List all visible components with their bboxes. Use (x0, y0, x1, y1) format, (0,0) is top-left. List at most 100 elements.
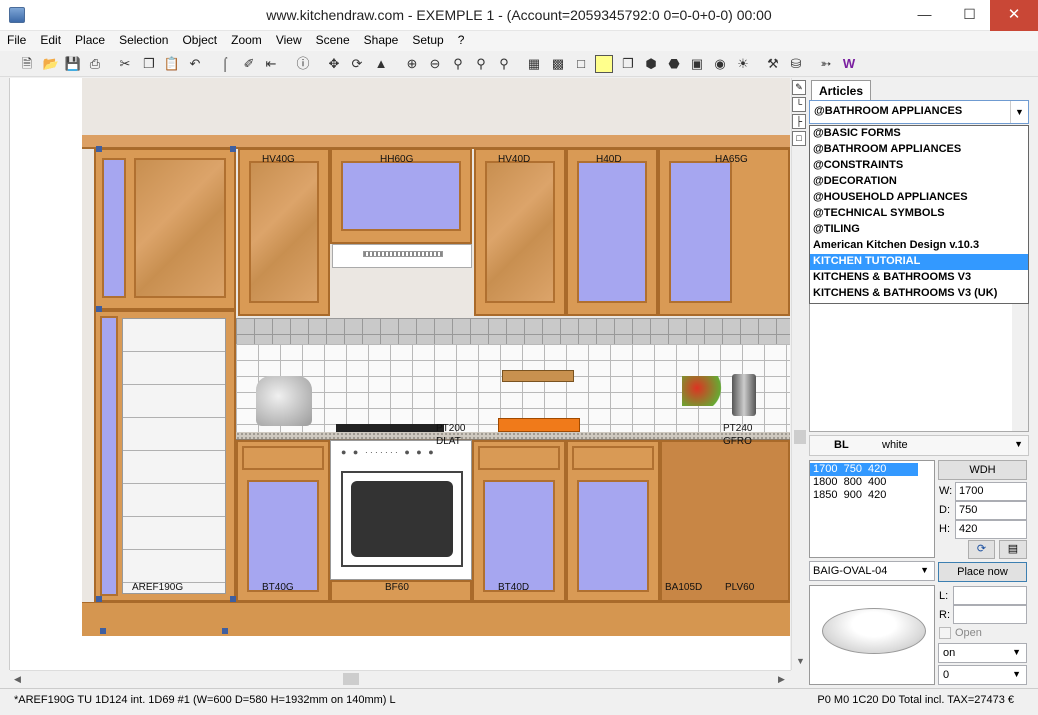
catalog-option-selected[interactable]: KITCHEN TUTORIAL (810, 254, 1028, 270)
place-now-button[interactable]: Place now (938, 562, 1027, 582)
catalog-select[interactable]: @BATHROOM APPLIANCES ▼ (809, 100, 1029, 124)
depth-field[interactable]: 750 (955, 501, 1027, 520)
cabinet-bt40d[interactable] (472, 440, 566, 602)
minimize-button[interactable]: — (902, 0, 947, 31)
dimension-option[interactable]: 1800 800 400 (810, 476, 934, 489)
visibility-select[interactable]: on ▼ (938, 643, 1027, 663)
catalog-option[interactable]: KITCHENS & BATHROOMS V3 (UK) (810, 286, 1028, 302)
left-field[interactable] (953, 586, 1027, 605)
plan-view-icon[interactable]: ▦ (525, 55, 543, 73)
menu-view[interactable]: View (269, 31, 309, 51)
menu-place[interactable]: Place (68, 31, 112, 51)
catalog-option[interactable]: @DECORATION (810, 174, 1028, 190)
selection-handle[interactable] (230, 146, 236, 152)
perspective-icon[interactable]: ❐ (619, 55, 637, 73)
right-field[interactable] (953, 605, 1027, 624)
light-icon[interactable]: ☀ (734, 55, 752, 73)
paste-icon[interactable]: 📋 (163, 55, 181, 73)
tools-icon[interactable]: ⚒ (764, 55, 782, 73)
option-select[interactable]: 0 ▼ (938, 665, 1027, 685)
menu-file[interactable]: File (0, 31, 33, 51)
catalog-dropdown-list[interactable]: @BASIC FORMS @BATHROOM APPLIANCES @CONST… (809, 125, 1029, 304)
menu-setup[interactable]: Setup (405, 31, 450, 51)
tree-icon[interactable]: ├ (792, 114, 806, 129)
photo-icon[interactable]: ◉ (711, 55, 729, 73)
menu-scene[interactable]: Scene (309, 31, 357, 51)
wireframe-icon[interactable]: □ (572, 55, 590, 73)
selection-handle[interactable] (222, 628, 228, 634)
camera-icon[interactable]: ▣ (688, 55, 706, 73)
cabinet-plv60[interactable] (660, 440, 790, 602)
finish-select[interactable]: BL white ▼ (809, 435, 1029, 456)
oven-bf60[interactable]: ● ● ······· ● ● ● (330, 440, 472, 580)
save-icon[interactable]: 💾 (64, 55, 82, 73)
selection-handle[interactable] (96, 146, 102, 152)
zoom-all-icon[interactable]: ⚲ (495, 55, 513, 73)
catalog-option[interactable]: @HOUSEHOLD APPLIANCES (810, 190, 1028, 206)
dimension-option-selected[interactable]: 1700 750 420 (810, 463, 918, 476)
chevron-down-icon[interactable]: ▼ (1010, 101, 1028, 123)
articles-list-scrollbar[interactable] (1012, 304, 1028, 431)
new-file-icon[interactable]: 🗎 (18, 55, 36, 73)
wdh-button[interactable]: WDH (938, 460, 1027, 480)
scroll-left-icon[interactable]: ◀ (14, 674, 21, 685)
cabinet-hv40d[interactable] (474, 148, 566, 316)
model-select[interactable]: BAIG-OVAL-04 ▼ (809, 561, 935, 581)
brush-tool-icon[interactable]: ✐ (240, 55, 258, 73)
cabinet-ha65g[interactable] (658, 148, 790, 316)
catalog-option[interactable]: @BATHROOM APPLIANCES (810, 142, 1028, 158)
canvas-vertical-scrollbar[interactable]: ▼ (791, 78, 807, 670)
scroll-right-icon[interactable]: ▶ (778, 674, 785, 685)
open-folder-icon[interactable]: 📂 (42, 55, 60, 73)
cut-icon[interactable]: ✂ (116, 55, 134, 73)
print-icon[interactable]: ⎙ (86, 55, 104, 73)
lock-icon[interactable]: ⛁ (787, 55, 805, 73)
zoom-out-icon[interactable]: ⊖ (426, 55, 444, 73)
export-icon[interactable]: ➳ (817, 55, 835, 73)
tab-articles[interactable]: Articles (811, 80, 871, 100)
undo-icon[interactable]: ↶ (186, 55, 204, 73)
catalog-option[interactable]: @TILING (810, 222, 1028, 238)
cube-icon[interactable]: ⬢ (642, 55, 660, 73)
dimension-icon[interactable]: ⇤ (262, 55, 280, 73)
catalog-option[interactable]: American Kitchen Design v.10.3 (810, 238, 1028, 254)
dimension-option[interactable]: 1850 900 420 (810, 489, 934, 502)
selection-handle[interactable] (100, 628, 106, 634)
cabinet-hv40g[interactable] (238, 148, 330, 316)
range-hood[interactable] (332, 244, 472, 268)
chevron-down-icon[interactable]: ▼ (1014, 439, 1023, 449)
vertical-scroll-thumb[interactable] (794, 430, 806, 444)
open-checkbox[interactable] (939, 627, 951, 639)
dimensions-list[interactable]: 1700 750 420 1800 800 400 1850 900 420 (809, 460, 935, 558)
catalog-option[interactable]: @TECHNICAL SYMBOLS (810, 206, 1028, 222)
selection-handle[interactable] (230, 596, 236, 602)
flat-shade-icon[interactable] (595, 55, 613, 73)
chevron-down-icon[interactable]: ▼ (1012, 647, 1021, 657)
copy-icon[interactable]: ❐ (140, 55, 158, 73)
selection-handle[interactable] (96, 596, 102, 602)
menu-selection[interactable]: Selection (112, 31, 175, 51)
cabinet-ba105d[interactable] (566, 440, 660, 602)
menu-edit[interactable]: Edit (33, 31, 68, 51)
menu-help[interactable]: ? (451, 31, 472, 51)
catalog-option[interactable]: KITCHENS & BATHROOMS V3 (810, 270, 1028, 286)
height-field[interactable]: 420 (955, 520, 1027, 539)
level-icon[interactable]: └ (792, 97, 806, 112)
page-icon[interactable]: □ (792, 131, 806, 146)
rotate-icon[interactable]: ⟳ (348, 55, 366, 73)
drawing-canvas[interactable]: ● ● ······· ● ● ● HV40G HH60G HV40D H40D… (10, 78, 790, 670)
cabinet-aref190g[interactable] (94, 310, 236, 602)
elevation-view-icon[interactable]: ▩ (549, 55, 567, 73)
align-icon[interactable]: ▲ (372, 55, 390, 73)
zoom-window-icon[interactable]: ⚲ (449, 55, 467, 73)
move-icon[interactable]: ✥ (325, 55, 343, 73)
chevron-down-icon[interactable]: ▼ (920, 565, 929, 575)
cabinet-h40d[interactable] (566, 148, 658, 316)
stairs-tool-icon[interactable]: ⌠ (216, 55, 234, 73)
close-button[interactable]: ✕ (990, 0, 1038, 31)
selection-handle[interactable] (96, 306, 102, 312)
cabinet-left-tall-top[interactable] (94, 148, 236, 310)
width-field[interactable]: 1700 (955, 482, 1027, 501)
catalog-icon[interactable]: ✎ (792, 80, 806, 95)
menu-object[interactable]: Object (175, 31, 224, 51)
